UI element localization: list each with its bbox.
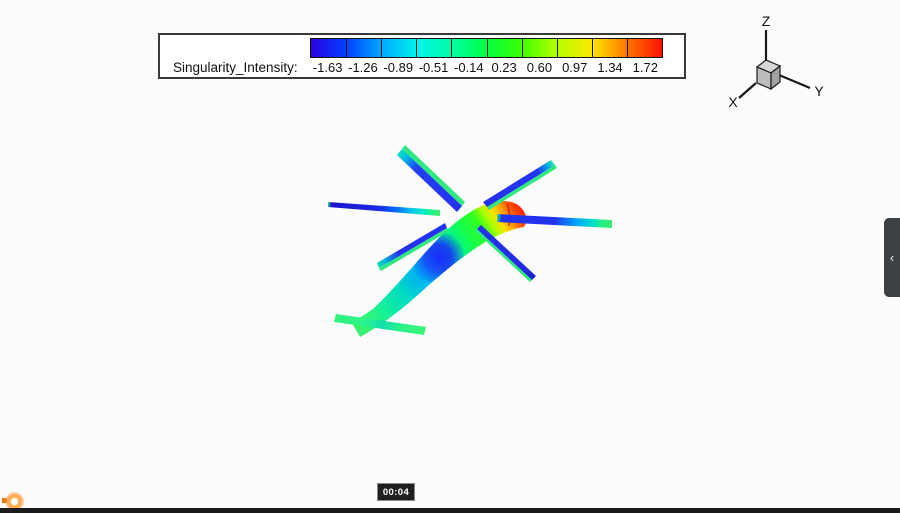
status-bar [0, 508, 900, 513]
chevron-left-icon: ‹ [890, 251, 894, 264]
legend-tick: 1.72 [628, 60, 663, 75]
axis-z-label: Z [762, 13, 771, 29]
legend-tick: -0.14 [451, 60, 486, 75]
colorbar [310, 38, 663, 58]
timestamp-text: 00:04 [383, 487, 409, 498]
legend-tick: 0.60 [522, 60, 557, 75]
legend-title: Singularity_Intensity: [173, 60, 298, 75]
legend-tick: -1.26 [345, 60, 380, 75]
legend-tick: -0.51 [416, 60, 451, 75]
legend-ticks: -1.63 -1.26 -0.89 -0.51 -0.14 0.23 0.60 … [310, 60, 663, 75]
colormap-legend[interactable]: Singularity_Intensity: -1.63 -1.26 -0.89… [158, 33, 686, 79]
legend-tick: 1.34 [592, 60, 627, 75]
axis-triad: Z X Y [710, 5, 840, 115]
axis-y-label: Y [814, 83, 824, 99]
legend-tick: -0.89 [381, 60, 416, 75]
orientation-cube [757, 60, 780, 89]
panel-collapse-tab[interactable]: ‹ [884, 218, 900, 297]
timestamp-badge: 00:04 [377, 483, 415, 501]
legend-tick: 0.97 [557, 60, 592, 75]
legend-tick: 0.23 [486, 60, 521, 75]
legend-tick: -1.63 [310, 60, 345, 75]
axis-x-label: X [728, 94, 738, 110]
